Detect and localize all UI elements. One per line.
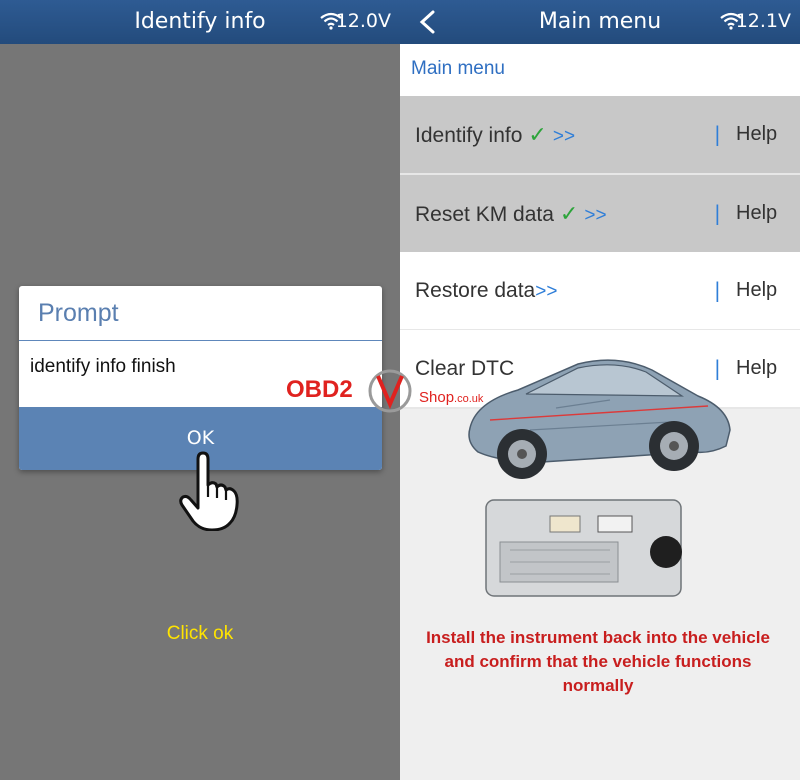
help-link[interactable]: Help [736,96,777,173]
instrument-cluster-image [485,499,682,597]
pointing-hand-icon [179,451,239,531]
separator: | [714,278,721,302]
watermark: OBD2 Shop.co.uk [286,366,526,416]
breadcrumb-label: Main menu [411,58,505,79]
separator: | [714,122,721,146]
watermark-logo-icon [368,369,412,413]
help-link[interactable]: Help [736,175,777,252]
voltage-readout: 12.1V [735,10,791,32]
dialog-title: Prompt [19,286,382,341]
check-icon: ✓ [559,201,579,226]
instruction-note: Install the instrument back into the veh… [426,628,770,695]
menu-item-label: Restore data>> [415,279,558,302]
menu-item-label: Identify info ✓ >> [415,122,576,147]
help-link[interactable]: Help [736,330,777,407]
menu-item-reset-km-data[interactable]: Reset KM data ✓ >> | Help [400,175,800,254]
menu-item-restore-data[interactable]: Restore data>> | Help [400,252,800,331]
title-bar: Identify info 12.0V [0,0,400,44]
menu-item-arrow: >> [584,205,607,226]
watermark-shop: Shop.co.uk [419,389,484,406]
voltage-readout: 12.0V [335,10,391,32]
watermark-brand: OBD2 [286,376,353,403]
check-icon: ✓ [528,122,547,147]
menu-item-label: Reset KM data ✓ >> [415,201,607,226]
title-bar: Main menu 12.1V [400,0,800,44]
menu-item-arrow: >> [552,126,576,147]
separator: | [714,201,721,225]
dialog-message: identify info finish [30,356,176,377]
menu-item-arrow: >> [535,281,558,302]
help-link[interactable]: Help [736,252,777,329]
instruction-text: Click ok [166,623,234,644]
breadcrumb: Main menu [400,44,800,98]
menu-item-identify-info[interactable]: Identify info ✓ >> | Help [400,96,800,175]
